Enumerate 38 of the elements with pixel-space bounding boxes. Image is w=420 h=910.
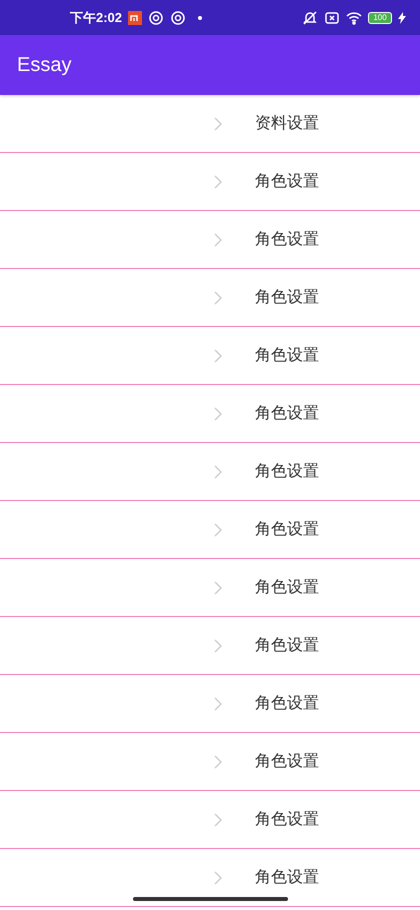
chevron-icon xyxy=(214,348,222,362)
app-title: Essay xyxy=(17,54,72,76)
settings-row[interactable]: 角色设置 xyxy=(0,559,420,617)
charging-icon xyxy=(398,12,406,24)
chevron-icon xyxy=(214,522,222,536)
app-logo-icon xyxy=(128,10,142,24)
settings-row[interactable]: 角色设置 xyxy=(0,733,420,791)
status-time: 下午2:02 xyxy=(70,8,122,26)
settings-row[interactable]: 角色设置 xyxy=(0,675,420,733)
settings-row[interactable]: 角色设置 xyxy=(0,269,420,327)
chevron-icon xyxy=(214,580,222,594)
settings-row[interactable]: 角色设置 xyxy=(0,443,420,501)
circle-icon xyxy=(148,10,164,26)
battery-icon: 100 xyxy=(368,12,392,24)
settings-row[interactable]: 角色设置 xyxy=(0,211,420,269)
chevron-icon xyxy=(214,116,222,130)
settings-row[interactable]: 角色设置 xyxy=(0,153,420,211)
chevron-icon xyxy=(214,174,222,188)
chevron-icon xyxy=(214,638,222,652)
settings-row[interactable]: 角色设置 xyxy=(0,327,420,385)
chevron-icon xyxy=(214,406,222,420)
settings-row[interactable]: 角色设置 xyxy=(0,501,420,559)
dot-icon xyxy=(198,16,202,20)
bell-off-icon xyxy=(302,10,318,26)
settings-row[interactable]: 角色设置 xyxy=(0,791,420,849)
chevron-icon xyxy=(214,696,222,710)
chevron-icon xyxy=(214,464,222,478)
settings-row[interactable]: 资料设置 xyxy=(0,95,420,153)
wifi-icon xyxy=(346,10,362,26)
chevron-icon xyxy=(214,870,222,884)
chevron-icon xyxy=(214,290,222,304)
settings-row[interactable]: 角色设置 xyxy=(0,385,420,443)
chevron-icon xyxy=(214,232,222,246)
chevron-icon xyxy=(214,754,222,768)
settings-row[interactable]: 角色设置 xyxy=(0,617,420,675)
circle-icon xyxy=(170,10,186,26)
sim-off-icon xyxy=(324,10,340,26)
chevron-icon xyxy=(214,812,222,826)
